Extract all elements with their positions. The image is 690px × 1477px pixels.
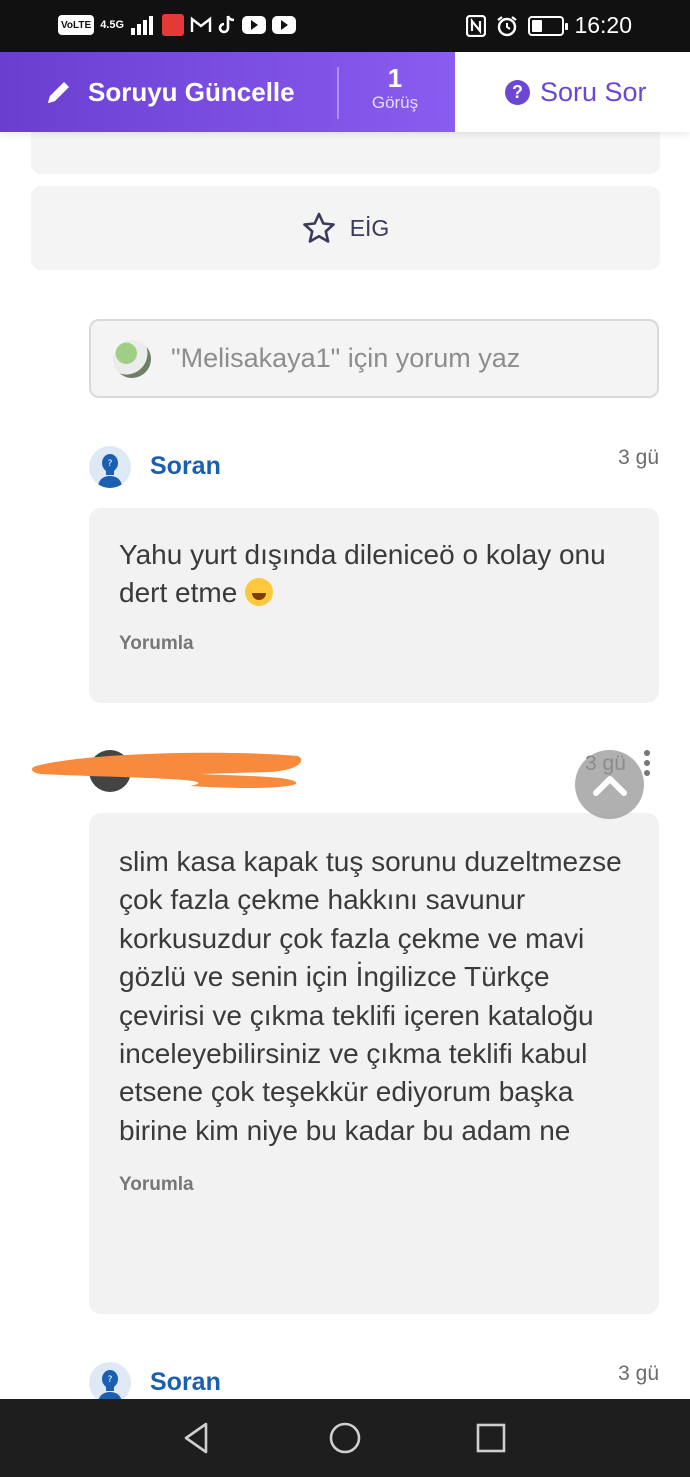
comment-bubble: slim kasa kapak tuş sorunu duzeltmezse ç…	[89, 813, 659, 1314]
status-bar: VoLTE 4.5G 16:20	[0, 0, 690, 52]
comment-time: 3 gü	[618, 446, 659, 469]
back-icon[interactable]	[180, 1421, 214, 1455]
battery-icon	[528, 15, 569, 36]
volte-indicator: VoLTE	[58, 15, 95, 35]
comment-author[interactable]: Soran	[150, 452, 221, 481]
question-mark-icon: ?	[505, 79, 530, 105]
chevron-up-icon	[592, 775, 627, 796]
reply-button[interactable]: Yorumla	[119, 1174, 629, 1196]
views-label: Görüş	[371, 93, 419, 112]
comment-bubble: Yahu yurt dışında dileniceö o kolay onu …	[89, 508, 659, 703]
asker-avatar[interactable]: ?	[89, 1362, 131, 1404]
svg-text:?: ?	[108, 459, 113, 469]
home-icon[interactable]	[328, 1421, 362, 1455]
views-counter: 1 Görüş	[340, 64, 450, 114]
comment-header: ? Soran 3 gü	[89, 446, 659, 490]
youtube-icon-2	[272, 16, 297, 34]
svg-text:?: ?	[108, 1375, 113, 1385]
scroll-to-top-button[interactable]	[575, 750, 644, 819]
comment-author[interactable]: Soran	[150, 1368, 221, 1397]
ask-question-button[interactable]: ? Soru Sor	[505, 52, 647, 132]
youtube-icon	[242, 16, 267, 34]
system-navigation-bar	[0, 1399, 690, 1477]
status-right-icons: 16:20	[466, 12, 632, 39]
eig-button[interactable]: EİG	[31, 186, 660, 270]
alarm-icon	[497, 15, 518, 36]
eig-label: EİG	[349, 214, 390, 241]
star-icon	[302, 212, 335, 243]
update-question-label: Soruyu Güncelle	[88, 76, 295, 107]
reply-button[interactable]: Yorumla	[119, 633, 629, 655]
comment-time: 3 gü	[618, 1362, 659, 1385]
comment-text-content: Yahu yurt dışında dileniceö o kolay onu …	[119, 539, 606, 609]
app-notification-icon	[162, 14, 185, 36]
comment-input[interactable]: "Melisakaya1" için yorum yaz	[89, 319, 659, 398]
comment-input-placeholder: "Melisakaya1" için yorum yaz	[171, 343, 521, 373]
more-options-icon[interactable]	[644, 750, 652, 776]
pencil-icon	[48, 82, 69, 103]
comment-text: Yahu yurt dışında dileniceö o kolay onu …	[119, 536, 629, 613]
clock: 16:20	[574, 12, 632, 38]
question-action-bar: Soruyu Güncelle 1 Görüş ? Soru Sor	[0, 52, 690, 132]
comment-text: slim kasa kapak tuş sorunu duzeltmezse ç…	[119, 846, 622, 1146]
asker-avatar[interactable]: ?	[89, 446, 131, 488]
tiktok-icon	[218, 15, 235, 34]
update-question-button[interactable]: Soruyu Güncelle	[44, 52, 295, 132]
grinning-sweat-emoji-icon	[245, 578, 274, 607]
network-type: 4.5G	[100, 19, 125, 31]
divider	[337, 67, 339, 119]
status-left-icons: VoLTE 4.5G	[58, 14, 297, 36]
ask-question-label: Soru Sor	[540, 76, 647, 107]
user-avatar	[113, 339, 151, 378]
nfc-icon	[466, 14, 487, 37]
question-edit-panel: Soruyu Güncelle 1 Görüş	[0, 52, 455, 132]
signal-icon	[131, 16, 154, 35]
recents-icon[interactable]	[474, 1421, 508, 1455]
redaction-scribble	[31, 752, 302, 788]
views-count: 1	[387, 63, 403, 93]
gmail-icon	[190, 16, 212, 32]
